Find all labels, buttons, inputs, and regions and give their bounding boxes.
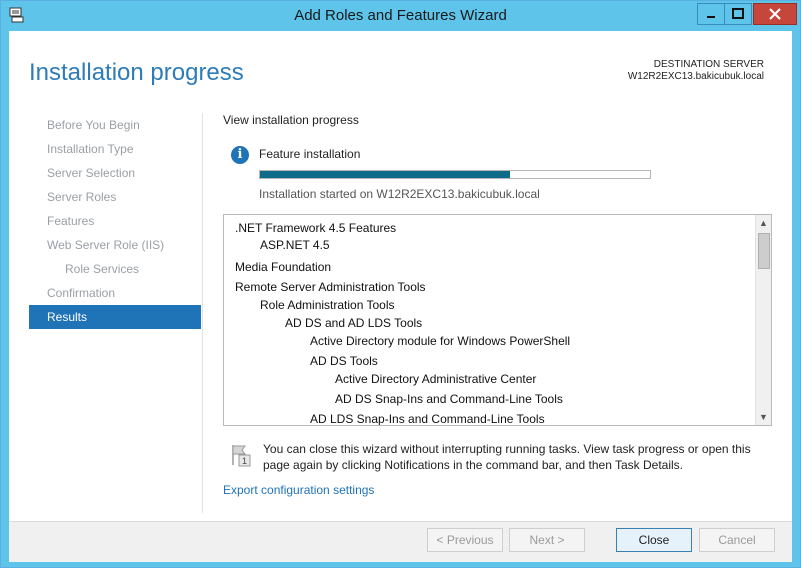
notification-flag-icon: 1: [232, 445, 251, 467]
note-line-2: page again by clicking Notifications in …: [263, 458, 684, 472]
destination-server-label: DESTINATION SERVER: [653, 59, 764, 70]
progress-fill: [260, 171, 510, 178]
step-server-selection: Server Selection: [47, 166, 136, 180]
wizard-client-area: Installation progress DESTINATION SERVER…: [9, 31, 792, 562]
feature-list-item: AD LDS Snap-Ins and Command-Line Tools: [310, 412, 545, 426]
window-title: Add Roles and Features Wizard: [294, 7, 507, 24]
step-features: Features: [47, 214, 95, 228]
previous-button[interactable]: < Previous: [427, 528, 503, 552]
title-bar[interactable]: Add Roles and Features Wizard: [1, 1, 800, 31]
cancel-button[interactable]: Cancel: [699, 528, 775, 552]
feature-list-item: AD DS Tools: [310, 354, 378, 368]
step-results[interactable]: Results: [29, 305, 201, 329]
minimize-icon: [707, 16, 715, 18]
feature-list-item: Role Administration Tools: [260, 298, 395, 312]
view-progress-label: View installation progress: [223, 113, 359, 127]
step-web-server-role: Web Server Role (IIS): [47, 238, 165, 252]
feature-list-item: Media Foundation: [235, 260, 332, 274]
feature-list-item: Remote Server Administration Tools: [235, 280, 426, 294]
scroll-up-arrow-icon[interactable]: ▲: [756, 215, 771, 231]
page-title: Installation progress: [29, 59, 244, 86]
maximize-button[interactable]: [724, 3, 752, 25]
close-button[interactable]: Close: [616, 528, 692, 552]
flag-count: 1: [242, 456, 247, 466]
feature-list-item: Active Directory Administrative Center: [335, 372, 537, 386]
destination-server-name: W12R2EXC13.bakicubuk.local: [627, 71, 764, 82]
minimize-button[interactable]: [697, 3, 725, 25]
close-wizard-note: You can close this wizard without interr…: [263, 441, 763, 473]
feature-list-item: .NET Framework 4.5 Features: [235, 221, 397, 235]
nav-divider: [202, 113, 203, 513]
feature-list-item: ASP.NET 4.5: [260, 238, 330, 252]
wizard-window: Add Roles and Features Wizard Installati…: [0, 0, 801, 568]
step-server-roles: Server Roles: [47, 190, 117, 204]
installation-started-text: Installation started on W12R2EXC13.bakic…: [259, 187, 540, 201]
step-installation-type: Installation Type: [47, 142, 134, 156]
next-button[interactable]: Next >: [509, 528, 585, 552]
vertical-scrollbar[interactable]: ▲ ▼: [755, 215, 771, 425]
feature-results-list[interactable]: .NET Framework 4.5 Features ASP.NET 4.5 Me…: [223, 214, 772, 426]
note-line-1: You can close this wizard without interr…: [263, 442, 751, 456]
feature-installation-label: Feature installation: [259, 147, 361, 161]
feature-list-item: AD DS Snap-Ins and Command-Line Tools: [335, 392, 563, 406]
close-icon: [769, 8, 781, 20]
export-configuration-link[interactable]: Export configuration settings: [223, 483, 374, 497]
step-role-services: Role Services: [65, 262, 140, 276]
close-window-button[interactable]: [753, 3, 797, 25]
feature-list-item: AD DS and AD LDS Tools: [285, 316, 423, 330]
info-icon: i: [231, 146, 249, 164]
feature-list-item: Active Directory module for Windows Powe…: [310, 334, 571, 348]
step-before-you-begin: Before You Begin: [47, 118, 140, 132]
wizard-steps-nav: Before You Begin Installation Type Serve…: [29, 113, 201, 329]
scroll-thumb[interactable]: [758, 233, 770, 269]
step-confirmation: Confirmation: [47, 286, 116, 300]
scroll-down-arrow-icon[interactable]: ▼: [756, 409, 771, 425]
installation-progress-bar: [259, 170, 651, 179]
maximize-icon: [732, 8, 744, 19]
